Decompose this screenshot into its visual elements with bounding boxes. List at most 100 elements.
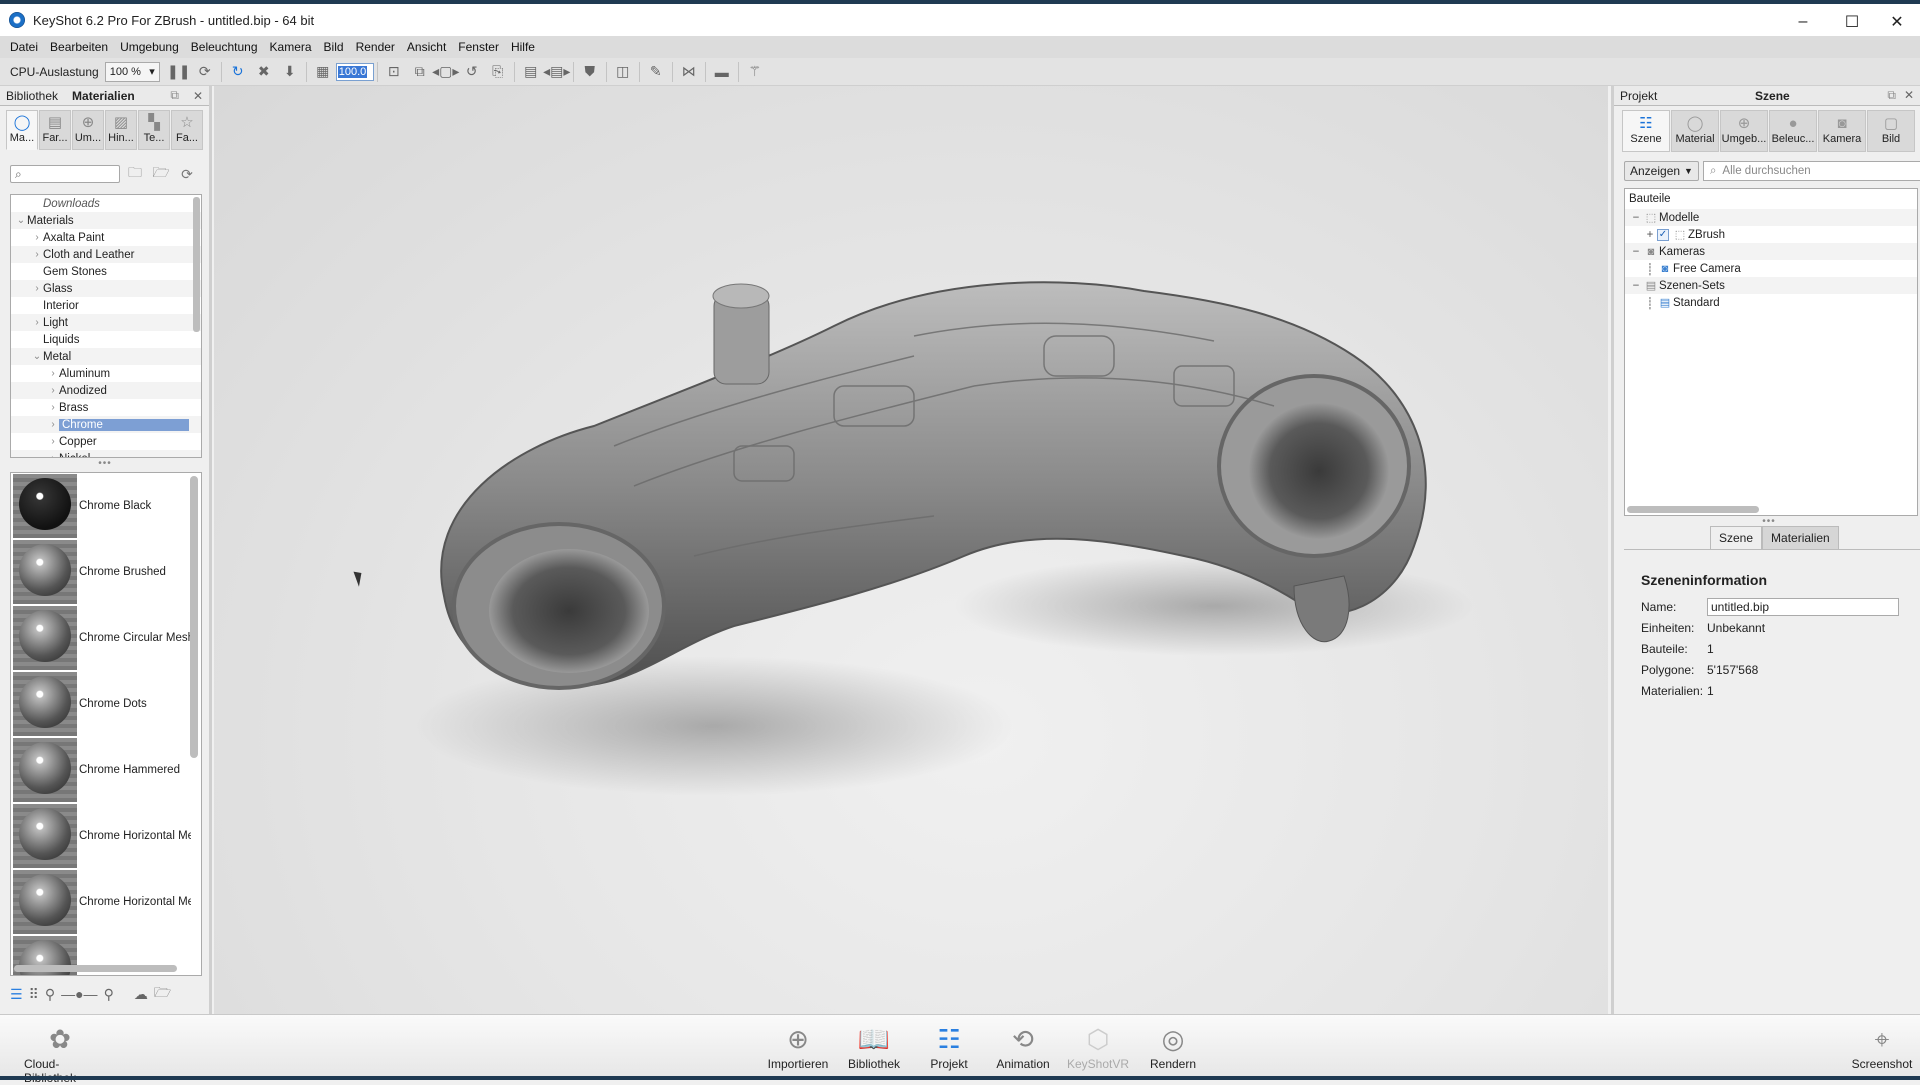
zbrush-model[interactable] (214, 86, 1608, 1014)
previous-camera-icon[interactable]: ◂▢▸ (432, 61, 459, 83)
tree-item[interactable]: ›Nickel (11, 450, 201, 457)
materials-title[interactable]: Materialien (72, 89, 135, 103)
material-item[interactable]: Chrome Dots (11, 671, 201, 737)
material-item[interactable]: Chrome Circular Mesh (11, 605, 201, 671)
scene-tree-item[interactable]: ┊ ▤ Standard (1625, 294, 1917, 311)
chevron-right-icon[interactable]: › (47, 419, 59, 430)
scene-search-input[interactable]: ⌕ Alle durchsuchen (1702, 161, 1920, 181)
collapse-icon[interactable]: − (1629, 280, 1643, 292)
export-folder-icon[interactable]: 🗁 (154, 982, 171, 1006)
tree-item[interactable]: › Chrome (11, 416, 201, 433)
library-tab-4[interactable]: ▚ Te... (138, 110, 170, 150)
zbrush-icon[interactable]: ⚚ (742, 61, 768, 83)
chevron-right-icon[interactable]: › (31, 317, 43, 328)
pause-icon[interactable]: ❚❚ (166, 61, 192, 83)
menu-beleuchtung[interactable]: Beleuchtung (185, 40, 264, 54)
zoom-out-icon[interactable]: ⚲ (45, 986, 55, 1003)
tree-item[interactable]: › Anodized (11, 382, 201, 399)
scene-tree-item[interactable]: ┊ ◙ Free Camera (1625, 260, 1917, 277)
cpu-usage-select[interactable]: 100 % ▾ (104, 61, 160, 82)
library-tab-0[interactable]: ◯ Ma... (6, 110, 38, 150)
chevron-right-icon[interactable]: › (31, 283, 43, 294)
tab-szene[interactable]: Szene (1710, 526, 1763, 549)
tree-item[interactable]: › Light (11, 314, 201, 331)
tree-scrollbar[interactable] (193, 197, 200, 332)
project-tab-3[interactable]: ● Beleuc... (1769, 110, 1817, 152)
close-panel-icon[interactable]: ✕ (1904, 88, 1914, 102)
tree-item[interactable]: ⌄ Metal (11, 348, 201, 365)
menu-datei[interactable]: Datei (4, 40, 44, 54)
scene-tree-item[interactable]: + ✓ ⬚ ZBrush (1625, 226, 1917, 243)
chevron-right-icon[interactable]: › (31, 249, 43, 260)
menu-umgebung[interactable]: Umgebung (114, 40, 185, 54)
animation-button[interactable]: ⟲ Animation (987, 1021, 1059, 1071)
project-tab-2[interactable]: ⊕ Umgeb... (1720, 110, 1768, 152)
undock-icon[interactable]: ⧉ (1887, 88, 1896, 102)
close-panel-icon[interactable]: ✕ (193, 89, 203, 103)
splitter-handle[interactable]: ••• (90, 458, 120, 469)
importieren-button[interactable]: ⊕ Importieren (762, 1021, 834, 1071)
tree-item[interactable]: Liquids (11, 331, 201, 348)
material-item[interactable]: Chrome Brushed (11, 539, 201, 605)
material-list-hscrollbar[interactable] (14, 965, 177, 972)
material-item[interactable]: Chrome Horizontal Me (11, 803, 201, 869)
add-studio-icon[interactable]: ▤ (518, 61, 544, 83)
tree-item[interactable]: › Brass (11, 399, 201, 416)
library-tab-1[interactable]: ▤ Far... (39, 110, 71, 150)
menu-bearbeiten[interactable]: Bearbeiten (44, 40, 114, 54)
zoom-input[interactable]: 100.0 (335, 62, 374, 81)
scene-tree-item[interactable]: − ◙ Kameras (1625, 243, 1917, 260)
material-item[interactable]: Chrome Hammered (11, 737, 201, 803)
menu-ansicht[interactable]: Ansicht (401, 40, 452, 54)
visibility-checkbox[interactable]: ✓ (1657, 228, 1669, 241)
chevron-right-icon[interactable]: › (47, 368, 59, 379)
library-tab-3[interactable]: ▨ Hin... (105, 110, 137, 150)
menu-fenster[interactable]: Fenster (452, 40, 505, 54)
grid-view-icon[interactable]: ⠿ (29, 986, 39, 1003)
tree-item[interactable]: Interior (11, 297, 201, 314)
scene-name-input[interactable]: untitled.bip (1707, 597, 1899, 616)
project-tab-1[interactable]: ◯ Material (1671, 110, 1719, 152)
add-folder-icon[interactable]: 🗀 (124, 162, 146, 186)
screenshot-button[interactable]: ⌖ Screenshot (1846, 1021, 1918, 1071)
library-title[interactable]: Bibliothek (6, 89, 58, 103)
list-view-icon[interactable]: ☰ (10, 986, 23, 1003)
collapse-icon[interactable]: − (1629, 212, 1643, 224)
chevron-right-icon[interactable]: › (47, 385, 59, 396)
project-tab-5[interactable]: ▢ Bild (1867, 110, 1915, 152)
drop-to-ground-icon[interactable]: ⬇ (277, 61, 303, 83)
material-item[interactable]: Chrome Black (11, 473, 201, 539)
show-dropdown[interactable]: Anzeigen ▼ (1624, 161, 1699, 181)
paint-icon[interactable]: ✎ (643, 61, 669, 83)
maximize-button[interactable]: ☐ (1829, 8, 1875, 36)
scene-tree-hscrollbar[interactable] (1627, 506, 1759, 513)
reset-icon[interactable]: ↺ (459, 61, 485, 83)
screenshot-icon[interactable]: ⊡ (381, 61, 407, 83)
refresh-icon[interactable]: ↻ (225, 61, 251, 83)
library-tab-2[interactable]: ⊕ Um... (72, 110, 104, 150)
project-tab-4[interactable]: ◙ Kamera (1818, 110, 1866, 152)
menu-kamera[interactable]: Kamera (264, 40, 318, 54)
layout-icon[interactable]: ◫ (610, 61, 636, 83)
tree-item[interactable]: › Axalta Paint (11, 229, 201, 246)
render-viewport[interactable] (214, 86, 1608, 1014)
keyshotvr-button[interactable]: ⬡ KeyShotVR (1062, 1021, 1134, 1071)
menu-bild[interactable]: Bild (318, 40, 350, 54)
collapse-icon[interactable]: − (1629, 246, 1643, 258)
undock-icon[interactable]: ⧉ (170, 88, 179, 103)
tree-item[interactable]: › Cloth and Leather (11, 246, 201, 263)
fit-icon[interactable]: ✖ (251, 61, 277, 83)
region-icon[interactable]: ▦ (310, 61, 336, 83)
tree-item[interactable]: ⌄ Materials (11, 212, 201, 229)
tree-item[interactable]: Downloads (11, 195, 201, 212)
tree-item[interactable]: Gem Stones (11, 263, 201, 280)
import-folder-icon[interactable]: 🗁 (150, 162, 172, 186)
geometry-icon[interactable]: ⋈ (676, 61, 702, 83)
chevron-down-icon[interactable]: ⌄ (31, 351, 43, 362)
scene-tree-item[interactable]: − ▤ Szenen-Sets (1625, 277, 1917, 294)
rendern-button[interactable]: ◎ Rendern (1137, 1021, 1209, 1071)
bibliothek-button[interactable]: 📖 Bibliothek (838, 1021, 910, 1071)
chevron-down-icon[interactable]: ⌄ (15, 215, 27, 226)
chevron-right-icon[interactable]: › (31, 232, 43, 243)
console-icon[interactable]: ▬ (709, 61, 735, 83)
